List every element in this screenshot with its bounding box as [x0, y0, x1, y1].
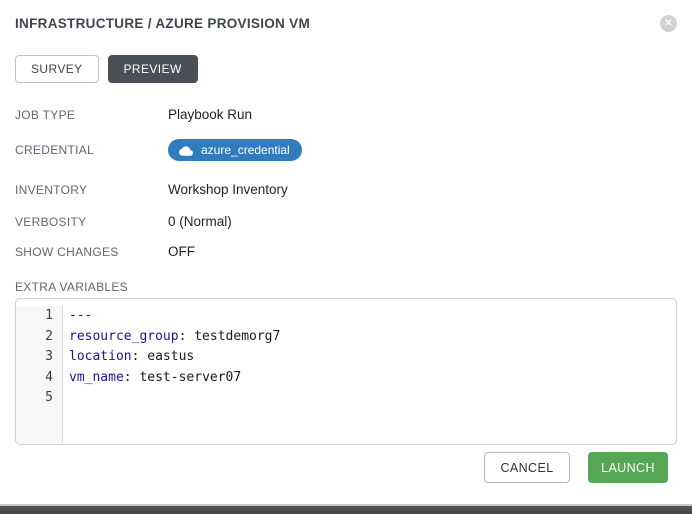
field-label: VERBOSITY [15, 215, 168, 229]
launch-preview-modal: INFRASTRUCTURE / AZURE PROVISION VM ✕ SU… [0, 0, 692, 514]
line-number: 1 [16, 306, 63, 327]
tab-preview[interactable]: PREVIEW [108, 55, 198, 83]
field-value: Playbook Run [168, 107, 252, 122]
field-row-credential: CREDENTIAL azure_credential [15, 139, 677, 161]
field-value: 0 (Normal) [168, 214, 232, 229]
field-label: SHOW CHANGES [15, 245, 168, 259]
code-line: vm_name: test-server07 [63, 368, 241, 389]
modal-header: INFRASTRUCTURE / AZURE PROVISION VM ✕ [15, 0, 677, 32]
launch-button[interactable]: LAUNCH [588, 452, 668, 483]
code-line [63, 388, 69, 409]
editor-gutter-fill [16, 409, 676, 445]
field-value: Workshop Inventory [168, 182, 288, 197]
field-label: CREDENTIAL [15, 143, 168, 157]
extra-variables-editor[interactable]: 1 --- 2 resource_group: testdemorg7 3 lo… [15, 298, 677, 445]
tab-survey[interactable]: SURVEY [15, 55, 99, 83]
modal-footer: CANCEL LAUNCH [484, 452, 668, 483]
line-number: 5 [16, 388, 63, 409]
field-row-inventory: INVENTORY Workshop Inventory [15, 182, 677, 197]
field-row-show-changes: SHOW CHANGES OFF [15, 244, 677, 259]
code-line: location: eastus [63, 347, 194, 368]
line-number: 3 [16, 347, 63, 368]
editor-line: 2 resource_group: testdemorg7 [16, 327, 676, 348]
credential-badge[interactable]: azure_credential [168, 139, 302, 161]
line-number: 4 [16, 368, 63, 389]
modal-title: INFRASTRUCTURE / AZURE PROVISION VM [15, 16, 310, 31]
window-bottom-edge [0, 504, 692, 514]
extra-variables-label: EXTRA VARIABLES [15, 280, 677, 294]
field-label: JOB TYPE [15, 108, 168, 122]
code-line: --- [63, 306, 92, 327]
editor-line: 3 location: eastus [16, 347, 676, 368]
cancel-button[interactable]: CANCEL [484, 452, 570, 483]
field-label: INVENTORY [15, 183, 168, 197]
field-row-verbosity: VERBOSITY 0 (Normal) [15, 214, 677, 229]
line-number: 2 [16, 327, 63, 348]
editor-line: 5 [16, 388, 676, 409]
cloud-icon [179, 145, 193, 156]
tab-bar: SURVEY PREVIEW [15, 55, 677, 83]
field-value: OFF [168, 244, 195, 259]
editor-line: 4 vm_name: test-server07 [16, 368, 676, 389]
job-detail-fields: JOB TYPE Playbook Run CREDENTIAL azure_c… [15, 107, 677, 259]
editor-line: 1 --- [16, 306, 676, 327]
credential-badge-label: azure_credential [201, 143, 290, 157]
code-line: resource_group: testdemorg7 [63, 327, 280, 348]
field-row-job-type: JOB TYPE Playbook Run [15, 107, 677, 122]
close-icon[interactable]: ✕ [660, 15, 677, 32]
